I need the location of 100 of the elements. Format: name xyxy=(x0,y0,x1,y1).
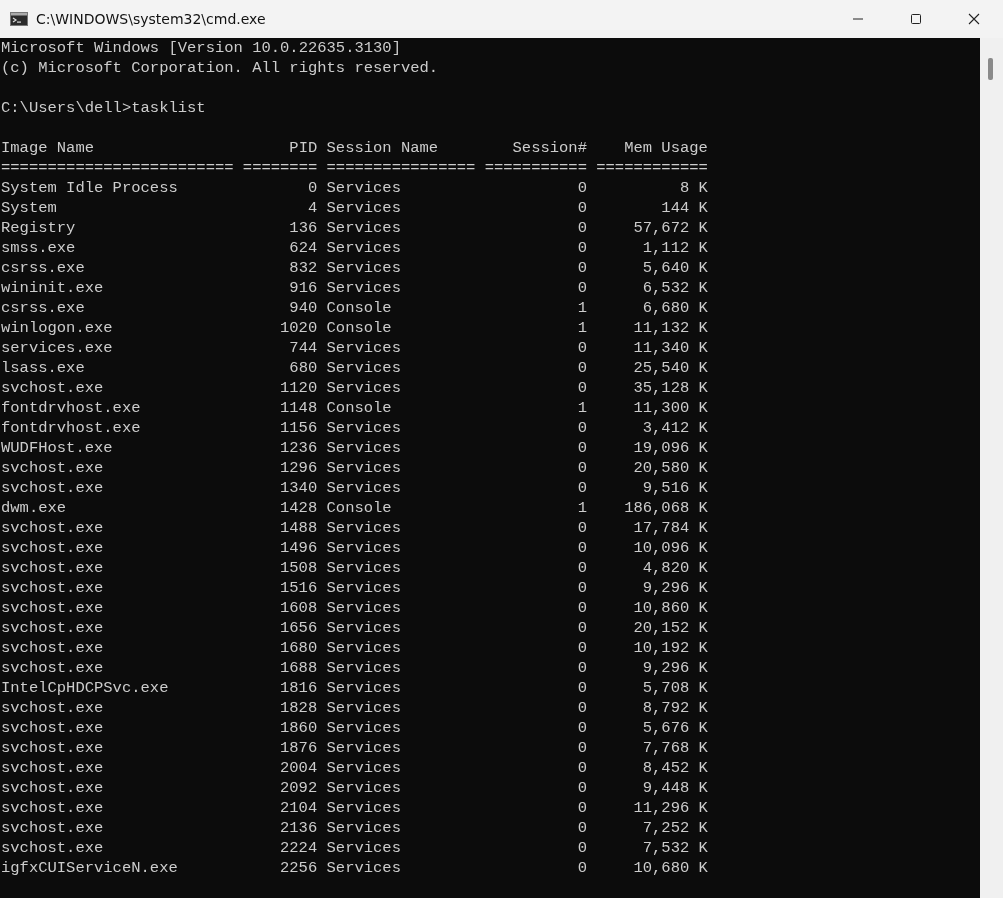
table-cell-text: 0 xyxy=(576,218,587,238)
table-cell-text: 0 xyxy=(576,278,587,298)
table-cell-text: System Idle Process xyxy=(1,178,179,198)
table-cell-text: 1656 xyxy=(279,618,318,638)
table-cell-text: 11,340 K xyxy=(632,338,708,358)
table-cell-text: 0 xyxy=(576,638,587,658)
table-cell-text: 624 xyxy=(288,238,318,258)
table-cell-text: 0 xyxy=(576,378,587,398)
table-cell-text: csrss.exe xyxy=(1,258,86,278)
table-cell-text: Services xyxy=(326,518,402,538)
table-cell-text: 0 xyxy=(576,658,587,678)
header-rule: ================ xyxy=(326,158,476,178)
table-cell-text: svchost.exe xyxy=(1,518,105,538)
table-cell-text: igfxCUIServiceN.exe xyxy=(1,858,179,878)
table-cell-text: 0 xyxy=(576,518,587,538)
table-cell-text: Services xyxy=(326,678,402,698)
table-cell-text: 1828 xyxy=(279,698,318,718)
table-cell-text: 6,680 K xyxy=(641,298,708,318)
command-prompt: C:\Users\dell>tasklist xyxy=(1,99,206,117)
table-cell-text: 1156 xyxy=(279,418,318,438)
table-cell-text: 0 xyxy=(576,538,587,558)
table-cell-text: Services xyxy=(326,258,402,278)
header-rule: ============ xyxy=(596,158,708,178)
table-cell-text: svchost.exe xyxy=(1,538,105,558)
table-cell-text: 186,068 K xyxy=(623,498,708,518)
table-cell-text: 10,860 K xyxy=(632,598,708,618)
column-header: Session Name xyxy=(326,138,440,158)
table-cell-text: Services xyxy=(326,858,402,878)
table-cell-text: 11,132 K xyxy=(632,318,708,338)
table-cell-text: 0 xyxy=(576,418,587,438)
header-rule: ======== xyxy=(242,158,318,178)
table-cell-text: 0 xyxy=(576,618,587,638)
console-text: Microsoft Windows [Version 10.0.22635.3130] xyxy=(1,39,401,57)
table-cell-text: Services xyxy=(326,378,402,398)
table-cell-text: 57,672 K xyxy=(632,218,708,238)
table-cell-text: svchost.exe xyxy=(1,818,105,838)
table-cell-text: 0 xyxy=(576,358,587,378)
table-cell-text: 1148 xyxy=(279,398,318,418)
table-cell-text: 9,296 K xyxy=(641,578,708,598)
table-cell-text: 1236 xyxy=(279,438,318,458)
table-cell-text: svchost.exe xyxy=(1,798,105,818)
table-cell-text: svchost.exe xyxy=(1,558,105,578)
table-cell-text: 2104 xyxy=(279,798,318,818)
table-cell-text: 1296 xyxy=(279,458,318,478)
table-cell-text: Services xyxy=(326,838,402,858)
table-cell-text: 0 xyxy=(576,178,587,198)
table-cell-text: Services xyxy=(326,658,402,678)
column-header: Mem Usage xyxy=(623,138,708,158)
table-cell-text: 136 xyxy=(288,218,318,238)
table-cell-text: Services xyxy=(326,798,402,818)
table-cell-text: svchost.exe xyxy=(1,698,105,718)
table-cell-text: 8,792 K xyxy=(641,698,708,718)
table-cell-text: Services xyxy=(326,538,402,558)
table-cell-text: 2256 xyxy=(279,858,318,878)
table-cell-text: 0 xyxy=(576,818,587,838)
table-cell-text: 10,192 K xyxy=(632,638,708,658)
table-cell-text: Services xyxy=(326,638,402,658)
table-cell-text: svchost.exe xyxy=(1,578,105,598)
table-cell-text: 0 xyxy=(306,178,318,198)
table-cell-text: svchost.exe xyxy=(1,598,105,618)
table-cell-text: Services xyxy=(326,478,402,498)
table-cell-text: 10,680 K xyxy=(632,858,708,878)
table-cell-text: 8,452 K xyxy=(641,758,708,778)
table-cell-text: Services xyxy=(326,778,402,798)
table-cell-text: svchost.exe xyxy=(1,778,105,798)
table-cell-text: Services xyxy=(326,458,402,478)
table-cell-text: Services xyxy=(326,178,402,198)
table-cell-text: 1340 xyxy=(279,478,318,498)
table-cell-text: Services xyxy=(326,238,402,258)
scrollbar-thumb[interactable] xyxy=(988,58,993,80)
table-cell-text: 0 xyxy=(576,458,587,478)
table-cell-text: 10,096 K xyxy=(632,538,708,558)
table-cell-text: 3,412 K xyxy=(641,418,708,438)
table-cell-text: 2136 xyxy=(279,818,318,838)
table-cell-text: 8 K xyxy=(678,178,708,198)
table-cell-text: 0 xyxy=(576,678,587,698)
console-text: (c) Microsoft Corporation. All rights reserved. xyxy=(1,59,439,77)
table-cell-text: 832 xyxy=(288,258,318,278)
table-cell-text: 0 xyxy=(576,718,587,738)
table-cell-text: svchost.exe xyxy=(1,618,105,638)
table-cell-text: 0 xyxy=(576,778,587,798)
close-icon xyxy=(968,13,980,25)
table-cell-text: 0 xyxy=(576,438,587,458)
table-cell-text: 11,300 K xyxy=(632,398,708,418)
table-cell-text: 35,128 K xyxy=(632,378,708,398)
table-cell-text: 744 xyxy=(288,338,318,358)
table-cell-text: Console xyxy=(326,318,393,338)
table-cell-text: 4 xyxy=(306,198,318,218)
table-cell-text: svchost.exe xyxy=(1,378,105,398)
table-cell-text: 1688 xyxy=(279,658,318,678)
maximize-icon xyxy=(910,13,922,25)
table-cell-text: dwm.exe xyxy=(1,498,68,518)
header-rule: =========== xyxy=(484,158,587,178)
table-cell-text: System xyxy=(1,198,58,218)
table-cell-text: Services xyxy=(326,698,402,718)
table-cell-text: 5,640 K xyxy=(641,258,708,278)
window-title: C:\WINDOWS\system32\cmd.exe xyxy=(36,11,266,27)
table-cell-text: Services xyxy=(326,558,402,578)
table-cell-text: 9,296 K xyxy=(641,658,708,678)
table-cell-text: IntelCpHDCPSvc.exe xyxy=(1,678,170,698)
